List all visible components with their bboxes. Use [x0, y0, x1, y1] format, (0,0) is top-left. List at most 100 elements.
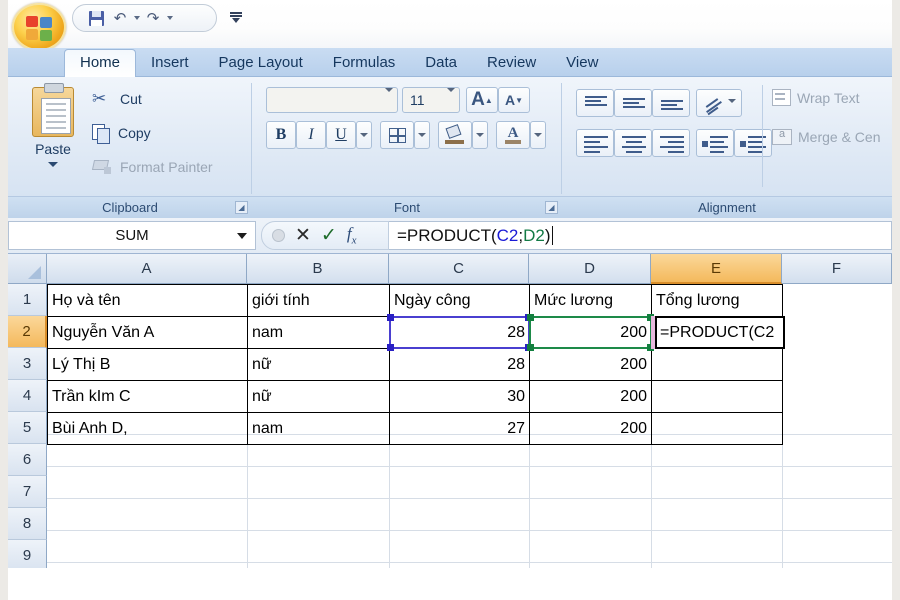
tab-data[interactable]: Data [410, 50, 472, 77]
column-header-a[interactable]: A [47, 254, 247, 284]
paste-dropdown-icon[interactable] [48, 162, 58, 167]
grow-font-button[interactable]: A ▲ [466, 87, 498, 113]
cell-e5[interactable] [651, 412, 783, 445]
name-box-dropdown-icon[interactable] [237, 233, 247, 239]
cell-d5[interactable]: 200 [529, 412, 652, 445]
reference-handle[interactable] [387, 344, 394, 351]
row-header-9[interactable]: 9 [8, 540, 47, 568]
merge-center-button[interactable]: Merge & Cen [772, 128, 880, 145]
align-top-button[interactable] [576, 89, 614, 117]
active-cell-editor[interactable]: =PRODUCT(C2 [655, 316, 785, 349]
cell-e4[interactable] [651, 380, 783, 413]
fill-color-dropdown-button[interactable] [472, 121, 488, 149]
italic-button[interactable]: I [296, 121, 326, 149]
cancel-formula-button[interactable]: ✕ [295, 226, 311, 245]
cell-b1[interactable]: giới tính [247, 284, 390, 317]
orientation-button[interactable] [696, 89, 742, 117]
formula-input[interactable]: =PRODUCT(C2; D2) [389, 221, 892, 250]
cell-b2[interactable]: nam [247, 316, 390, 349]
undo-button[interactable]: ↶ [109, 7, 131, 29]
name-box[interactable]: SUM [8, 221, 256, 250]
column-header-d[interactable]: D [529, 254, 651, 284]
cut-button[interactable]: ✂ Cut [92, 85, 142, 113]
save-button[interactable] [85, 7, 107, 29]
tab-home[interactable]: Home [64, 49, 137, 77]
cell-a3[interactable]: Lý Thị B [47, 348, 248, 381]
tab-review[interactable]: Review [472, 50, 551, 77]
cell-b3[interactable]: nữ [247, 348, 390, 381]
bold-button[interactable]: B [266, 121, 296, 149]
reference-handle[interactable] [527, 314, 534, 321]
font-size-input[interactable]: 11 [402, 87, 460, 113]
font-dialog-launcher[interactable]: ◢ [545, 201, 558, 214]
row-header-7[interactable]: 7 [8, 476, 47, 508]
tab-page-layout[interactable]: Page Layout [204, 50, 318, 77]
cell-d3[interactable]: 200 [529, 348, 652, 381]
select-all-button[interactable] [8, 254, 47, 284]
font-name-dropdown-icon[interactable] [385, 88, 393, 108]
row-header-3[interactable]: 3 [8, 348, 47, 380]
align-right-button[interactable] [652, 129, 690, 157]
column-header-f[interactable]: F [782, 254, 892, 284]
tab-formulas[interactable]: Formulas [318, 50, 411, 77]
clipboard-dialog-launcher[interactable]: ◢ [235, 201, 248, 214]
align-bottom-button[interactable] [652, 89, 690, 117]
font-name-input[interactable] [266, 87, 398, 113]
fill-color-button[interactable] [438, 121, 472, 149]
borders-dropdown-button[interactable] [414, 121, 430, 149]
format-painter-button[interactable]: Format Painter [92, 153, 213, 181]
cell-a1[interactable]: Họ và tên [47, 284, 248, 317]
insert-function-button[interactable]: fx [347, 224, 357, 246]
paste-button[interactable]: Paste [22, 83, 84, 187]
cell-a4[interactable]: Trần kIm C [47, 380, 248, 413]
row-header-2[interactable]: 2 [8, 316, 47, 348]
cell-d1[interactable]: Mức lương [529, 284, 652, 317]
cell-c4[interactable]: 30 [389, 380, 530, 413]
qat-customize-button[interactable] [230, 12, 242, 23]
row-header-8[interactable]: 8 [8, 508, 47, 540]
cell-c3[interactable]: 28 [389, 348, 530, 381]
cell-a5[interactable]: Bùi Anh D, [47, 412, 248, 445]
font-color-button[interactable]: A [496, 121, 530, 149]
cell-d2[interactable]: 200 [529, 316, 652, 349]
enter-formula-button[interactable]: ✓ [321, 226, 337, 245]
cell-c2[interactable]: 28 [389, 316, 530, 349]
cell-b5[interactable]: nam [247, 412, 390, 445]
column-header-b[interactable]: B [247, 254, 389, 284]
undo-dropdown-icon[interactable] [134, 16, 140, 20]
cell-e3[interactable] [651, 348, 783, 381]
cell-d4[interactable]: 200 [529, 380, 652, 413]
row-header-4[interactable]: 4 [8, 380, 47, 412]
redo-button[interactable]: ↷ [142, 7, 164, 29]
row-header-1[interactable]: 1 [8, 284, 47, 316]
column-header-c[interactable]: C [389, 254, 529, 284]
row-header-5[interactable]: 5 [8, 412, 47, 444]
underline-button[interactable]: U [326, 121, 356, 149]
borders-button[interactable] [380, 121, 414, 149]
align-middle-button[interactable] [614, 89, 652, 117]
reference-handle[interactable] [387, 314, 394, 321]
redo-dropdown-icon[interactable] [167, 16, 173, 20]
reference-handle[interactable] [527, 344, 534, 351]
cell-a2[interactable]: Nguyễn Văn A [47, 316, 248, 349]
underline-dropdown-button[interactable] [356, 121, 372, 149]
font-color-dropdown-button[interactable] [530, 121, 546, 149]
row-header-6[interactable]: 6 [8, 444, 47, 476]
tab-insert[interactable]: Insert [136, 50, 204, 77]
undo-icon: ↶ [113, 9, 127, 27]
cell-c5[interactable]: 27 [389, 412, 530, 445]
cell-e1[interactable]: Tổng lương [651, 284, 783, 317]
font-size-dropdown-icon[interactable] [447, 88, 455, 108]
decrease-indent-button[interactable] [696, 129, 734, 157]
tab-view[interactable]: View [551, 50, 613, 77]
column-header-e[interactable]: E [651, 254, 782, 284]
copy-button[interactable]: Copy [92, 119, 151, 147]
increase-indent-button[interactable] [734, 129, 772, 157]
align-left-button[interactable] [576, 129, 614, 157]
wrap-text-button[interactable]: Wrap Text [772, 89, 860, 106]
cell-c1[interactable]: Ngày công [389, 284, 530, 317]
align-center-button[interactable] [614, 129, 652, 157]
shrink-font-button[interactable]: A ▼ [498, 87, 530, 113]
cell-b4[interactable]: nữ [247, 380, 390, 413]
office-button[interactable] [12, 3, 66, 51]
